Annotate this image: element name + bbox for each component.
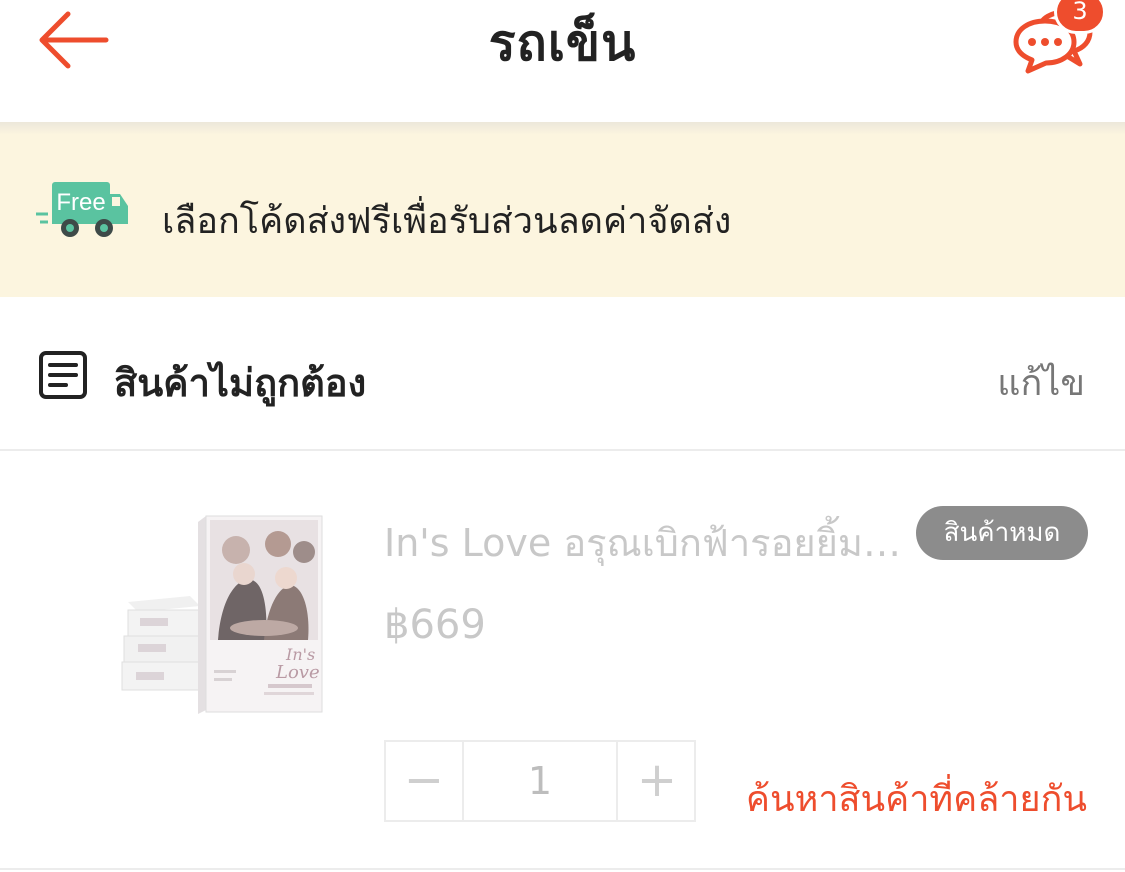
free-label: Free: [56, 189, 105, 216]
section-title: สินค้าไม่ถูกต้อง: [114, 361, 367, 405]
quantity-input[interactable]: 1: [464, 742, 618, 820]
banner-text: เลือกโค้ดส่งฟรีเพื่อรับส่วนลดค่าจัดส่ง: [162, 201, 732, 242]
product-image[interactable]: In's Love: [118, 510, 330, 716]
quantity-stepper: − 1 +: [384, 740, 696, 822]
free-shipping-truck-icon: Free: [36, 182, 128, 237]
product-name[interactable]: In's Love อรุณเบิกฟ้ารอยยิ้มของเธอ: [384, 512, 904, 573]
increase-quantity-button[interactable]: +: [618, 742, 696, 820]
find-similar-button[interactable]: ค้นหาสินค้าที่คล้ายกัน: [746, 770, 1087, 827]
sold-out-badge: สินค้าหมด: [916, 506, 1088, 560]
edit-button[interactable]: แก้ไข: [997, 354, 1085, 411]
page-title: รถเข็น: [488, 14, 637, 72]
divider: [0, 868, 1125, 870]
decrease-quantity-button[interactable]: −: [386, 742, 464, 820]
header-shadow: [0, 122, 1125, 134]
svg-text:Love: Love: [275, 662, 320, 683]
document-list-icon: [39, 351, 87, 399]
product-price: ฿669: [384, 602, 486, 648]
top-app-bar: รถเข็น 3: [0, 0, 1125, 122]
